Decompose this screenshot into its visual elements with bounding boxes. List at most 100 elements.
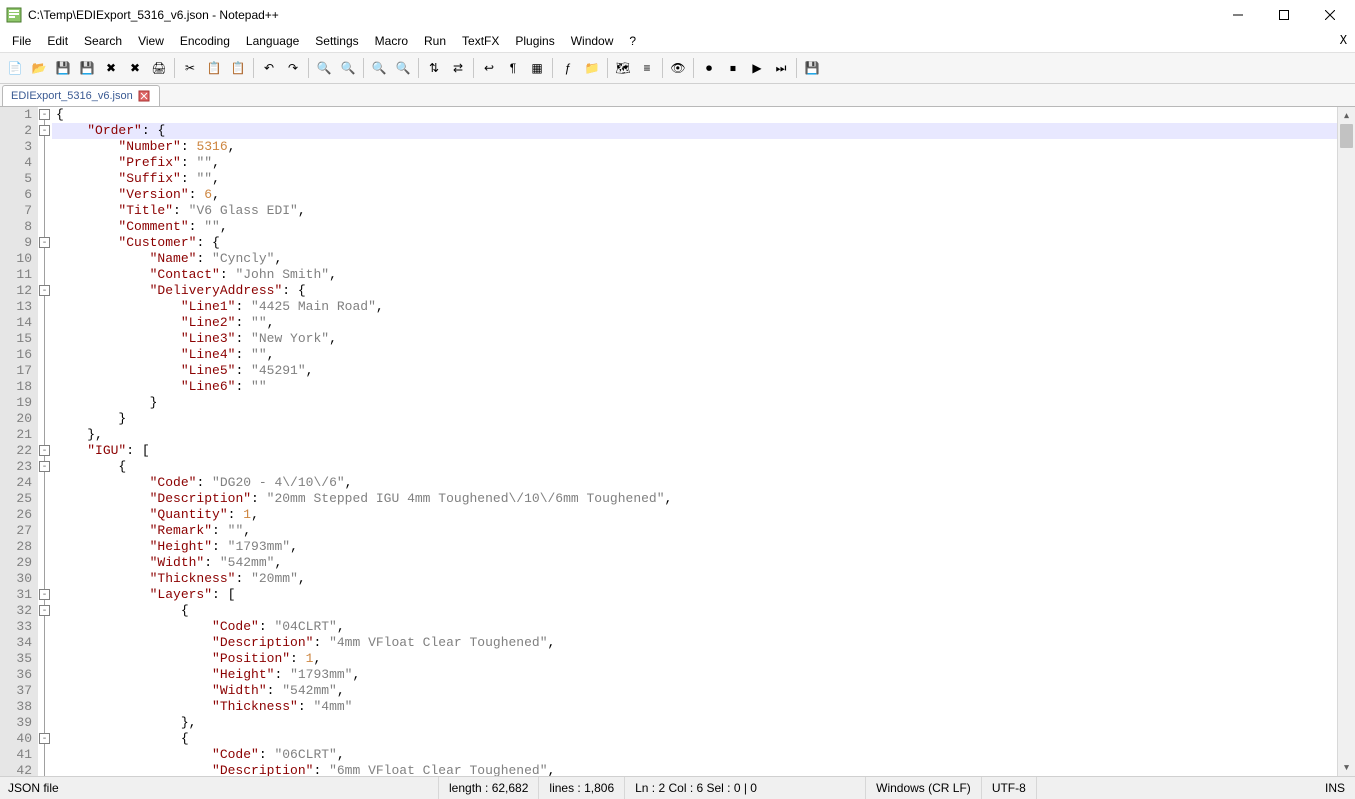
scroll-up-icon[interactable]: ▴	[1338, 107, 1355, 124]
toolbar-indent-guide-button[interactable]: ▦	[526, 57, 548, 79]
code-line[interactable]: "Line6": ""	[52, 379, 1337, 395]
maximize-button[interactable]	[1261, 0, 1307, 30]
fold-toggle[interactable]: -	[39, 733, 50, 744]
menu-window[interactable]: Window	[563, 32, 622, 50]
toolbar-save-all-button[interactable]: 💾	[76, 57, 98, 79]
code-line[interactable]: "Code": "04CLRT",	[52, 619, 1337, 635]
code-line[interactable]: "Order": {	[52, 123, 1337, 139]
toolbar-new-button[interactable]: 📄	[4, 57, 26, 79]
toolbar-close-button[interactable]: ✖	[100, 57, 122, 79]
code-line[interactable]: },	[52, 715, 1337, 731]
code-line[interactable]: "Line1": "4425 Main Road",	[52, 299, 1337, 315]
code-line[interactable]: }	[52, 411, 1337, 427]
code-line[interactable]: "Prefix": "",	[52, 155, 1337, 171]
toolbar-copy-button[interactable]: 📋	[203, 57, 225, 79]
editor[interactable]: 1234567891011121314151617181920212223242…	[0, 107, 1355, 776]
code-line[interactable]: {	[52, 731, 1337, 747]
code-line[interactable]: "Line4": "",	[52, 347, 1337, 363]
fold-toggle[interactable]: -	[39, 461, 50, 472]
fold-toggle[interactable]: -	[39, 125, 50, 136]
code-line[interactable]: "Comment": "",	[52, 219, 1337, 235]
menu-file[interactable]: File	[4, 32, 39, 50]
code-line[interactable]: "Code": "06CLRT",	[52, 747, 1337, 763]
code-line[interactable]: "Thickness": "20mm",	[52, 571, 1337, 587]
menu-run[interactable]: Run	[416, 32, 454, 50]
scroll-thumb[interactable]	[1340, 124, 1353, 148]
menu-view[interactable]: View	[130, 32, 172, 50]
code-line[interactable]: "Line3": "New York",	[52, 331, 1337, 347]
menu-edit[interactable]: Edit	[39, 32, 76, 50]
code-line[interactable]: "Description": "4mm VFloat Clear Toughen…	[52, 635, 1337, 651]
code-line[interactable]: "Position": 1,	[52, 651, 1337, 667]
code-line[interactable]: "Code": "DG20 - 4\/10\/6",	[52, 475, 1337, 491]
toolbar-save-button[interactable]: 💾	[52, 57, 74, 79]
fold-toggle[interactable]: -	[39, 605, 50, 616]
menubar-close-x[interactable]: X	[1340, 33, 1347, 47]
toolbar-save-session-button[interactable]: 💾	[801, 57, 823, 79]
toolbar-cut-button[interactable]: ✂	[179, 57, 201, 79]
code-line[interactable]: "Contact": "John Smith",	[52, 267, 1337, 283]
code-line[interactable]: "DeliveryAddress": {	[52, 283, 1337, 299]
toolbar-undo-button[interactable]: ↶	[258, 57, 280, 79]
toolbar-func-list-button[interactable]: ≡	[636, 57, 658, 79]
code-line[interactable]: "Description": "6mm VFloat Clear Toughen…	[52, 763, 1337, 776]
menu-macro[interactable]: Macro	[367, 32, 416, 50]
file-tab[interactable]: EDIExport_5316_v6.json	[2, 85, 160, 106]
toolbar-all-chars-button[interactable]: ¶	[502, 57, 524, 79]
toolbar-lang-button[interactable]: ƒ	[557, 57, 579, 79]
toolbar-wrap-button[interactable]: ↩	[478, 57, 500, 79]
code-line[interactable]: "Width": "542mm",	[52, 555, 1337, 571]
menu-textfx[interactable]: TextFX	[454, 32, 507, 50]
code-line[interactable]: "Suffix": "",	[52, 171, 1337, 187]
menu-settings[interactable]: Settings	[307, 32, 366, 50]
toolbar-zoom-in-button[interactable]: 🔍	[368, 57, 390, 79]
toolbar-sync-v-button[interactable]: ⇅	[423, 57, 445, 79]
toolbar-print-button[interactable]: 🖨	[148, 57, 170, 79]
toolbar-close-all-button[interactable]: ✖	[124, 57, 146, 79]
code-area[interactable]: { "Order": { "Number": 5316, "Prefix": "…	[52, 107, 1337, 776]
menu-search[interactable]: Search	[76, 32, 130, 50]
code-line[interactable]: {	[52, 603, 1337, 619]
code-line[interactable]: {	[52, 107, 1337, 123]
code-line[interactable]: "Height": "1793mm",	[52, 539, 1337, 555]
scroll-down-icon[interactable]: ▾	[1338, 759, 1355, 776]
toolbar-find-button[interactable]: 🔍	[313, 57, 335, 79]
code-line[interactable]: "Remark": "",	[52, 523, 1337, 539]
code-line[interactable]: }	[52, 395, 1337, 411]
code-line[interactable]: "Thickness": "4mm"	[52, 699, 1337, 715]
tab-dirty-icon[interactable]	[137, 89, 151, 103]
menu-encoding[interactable]: Encoding	[172, 32, 238, 50]
code-line[interactable]: "Width": "542mm",	[52, 683, 1337, 699]
fold-toggle[interactable]: -	[39, 109, 50, 120]
fold-toggle[interactable]: -	[39, 445, 50, 456]
toolbar-zoom-out-button[interactable]: 🔍	[392, 57, 414, 79]
code-line[interactable]: "Number": 5316,	[52, 139, 1337, 155]
code-line[interactable]: "Height": "1793mm",	[52, 667, 1337, 683]
menu-plugins[interactable]: Plugins	[507, 32, 562, 50]
menu-help[interactable]: ?	[621, 32, 644, 50]
toolbar-open-button[interactable]: 📂	[28, 57, 50, 79]
toolbar-doc-map-button[interactable]: 🗺	[612, 57, 634, 79]
minimize-button[interactable]	[1215, 0, 1261, 30]
code-line[interactable]: },	[52, 427, 1337, 443]
code-line[interactable]: "Line5": "45291",	[52, 363, 1337, 379]
toolbar-replace-button[interactable]: 🔍	[337, 57, 359, 79]
toolbar-folder-button[interactable]: 📁	[581, 57, 603, 79]
code-line[interactable]: {	[52, 459, 1337, 475]
code-line[interactable]: "Title": "V6 Glass EDI",	[52, 203, 1337, 219]
fold-column[interactable]: ---------	[38, 107, 52, 776]
toolbar-redo-button[interactable]: ↷	[282, 57, 304, 79]
code-line[interactable]: "Customer": {	[52, 235, 1337, 251]
vertical-scrollbar[interactable]: ▴ ▾	[1337, 107, 1355, 776]
menu-language[interactable]: Language	[238, 32, 307, 50]
toolbar-stop-button[interactable]: ⏹	[722, 57, 744, 79]
toolbar-play-multi-button[interactable]: ⏭	[770, 57, 792, 79]
code-line[interactable]: "Layers": [	[52, 587, 1337, 603]
code-line[interactable]: "IGU": [	[52, 443, 1337, 459]
toolbar-record-button[interactable]: ⏺	[698, 57, 720, 79]
code-line[interactable]: "Version": 6,	[52, 187, 1337, 203]
code-line[interactable]: "Quantity": 1,	[52, 507, 1337, 523]
code-line[interactable]: "Name": "Cyncly",	[52, 251, 1337, 267]
toolbar-sync-h-button[interactable]: ⇄	[447, 57, 469, 79]
fold-toggle[interactable]: -	[39, 285, 50, 296]
